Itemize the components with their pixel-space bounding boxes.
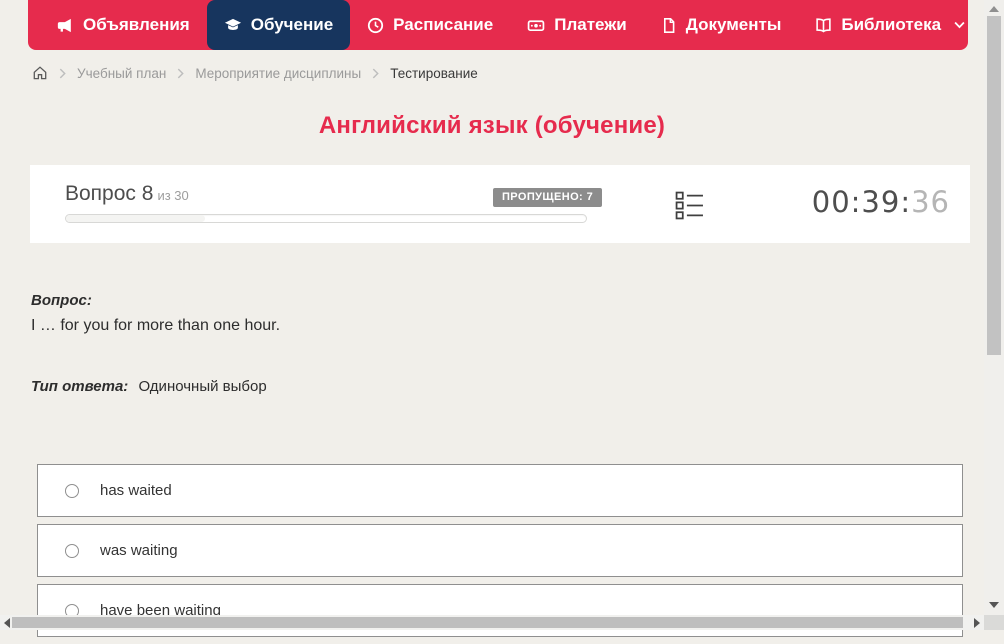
nav-item-label: Объявления [83, 15, 190, 34]
scrollbar-corner [984, 615, 1004, 630]
skipped-badge: ПРОПУЩЕНО: 7 [493, 188, 603, 207]
clock-icon [367, 17, 384, 34]
nav-item-library[interactable]: Библиотека [798, 0, 982, 50]
vertical-scrollbar[interactable] [984, 0, 1004, 615]
progress-bar-fill [66, 215, 205, 222]
chevron-down-icon [954, 21, 965, 29]
top-navigation: Объявления Обучение Расписание Платежи Д… [28, 0, 968, 50]
nav-item-payments[interactable]: Платежи [510, 0, 644, 50]
answer-option-label: has waited [100, 482, 172, 499]
nav-item-label: Документы [685, 15, 782, 34]
question-list-icon[interactable] [675, 191, 704, 225]
banknote-icon [527, 17, 545, 34]
breadcrumb-item-discipline-event[interactable]: Мероприятие дисциплины [195, 66, 361, 81]
breadcrumb-item-curriculum[interactable]: Учебный план [77, 66, 166, 81]
question-header-card: Вопрос 8 из 30 ПРОПУЩЕНО: 7 00:39:36 [30, 165, 970, 243]
answer-type-label: Тип ответа: [31, 378, 129, 395]
question-label: Вопрос: [31, 292, 92, 309]
home-icon[interactable] [32, 65, 48, 81]
answer-option-label: was waiting [100, 542, 178, 559]
nav-item-label: Расписание [393, 15, 494, 34]
question-text: I … for you for more than one hour. [31, 317, 281, 334]
nav-item-label: Обучение [250, 15, 334, 34]
scroll-up-arrow-icon[interactable] [989, 6, 999, 12]
answer-option-1[interactable]: has waited [37, 464, 963, 517]
timer-hhmm: 00:39: [811, 185, 912, 219]
nav-item-announcements[interactable]: Объявления [40, 0, 207, 50]
nav-item-learning[interactable]: Обучение [206, 0, 351, 50]
radio-button[interactable] [65, 483, 79, 498]
breadcrumb-item-testing: Тестирование [390, 65, 478, 81]
answer-option-2[interactable]: was waiting [37, 524, 963, 577]
timer-seconds: 36 [911, 185, 950, 219]
answer-type-value: Одиночный выбор [138, 378, 267, 395]
open-book-icon [815, 17, 832, 34]
breadcrumb: Учебный план Мероприятие дисциплины Тест… [32, 61, 478, 85]
nav-item-schedule[interactable]: Расписание [350, 0, 510, 50]
nav-item-label: Библиотека [841, 15, 942, 34]
page-title: Английский язык (обучение) [318, 112, 666, 139]
nav-item-documents[interactable]: Документы [644, 0, 799, 50]
question-number-label: Вопрос 8 [65, 182, 154, 205]
graduation-cap-icon [224, 17, 242, 34]
scroll-down-arrow-icon[interactable] [989, 602, 999, 608]
document-icon [661, 17, 677, 34]
scroll-left-arrow-icon[interactable] [4, 618, 10, 628]
timer: 00:39:36 [812, 185, 950, 219]
question-total-label: из 30 [157, 188, 189, 203]
radio-button[interactable] [65, 543, 79, 558]
chevron-right-icon [177, 68, 185, 79]
nav-item-label: Платежи [554, 15, 627, 34]
horizontal-scrollbar[interactable] [0, 615, 984, 630]
megaphone-icon [57, 17, 74, 34]
answer-type-row: Тип ответа: Одиночный выбор [31, 378, 267, 395]
chevron-right-icon [59, 68, 66, 79]
vertical-scrollbar-thumb[interactable] [987, 16, 1001, 355]
horizontal-scrollbar-thumb[interactable] [12, 617, 963, 628]
progress-bar [65, 214, 587, 223]
question-number: Вопрос 8 из 30 [65, 182, 189, 206]
chevron-right-icon [372, 68, 379, 79]
scroll-right-arrow-icon[interactable] [974, 618, 980, 628]
